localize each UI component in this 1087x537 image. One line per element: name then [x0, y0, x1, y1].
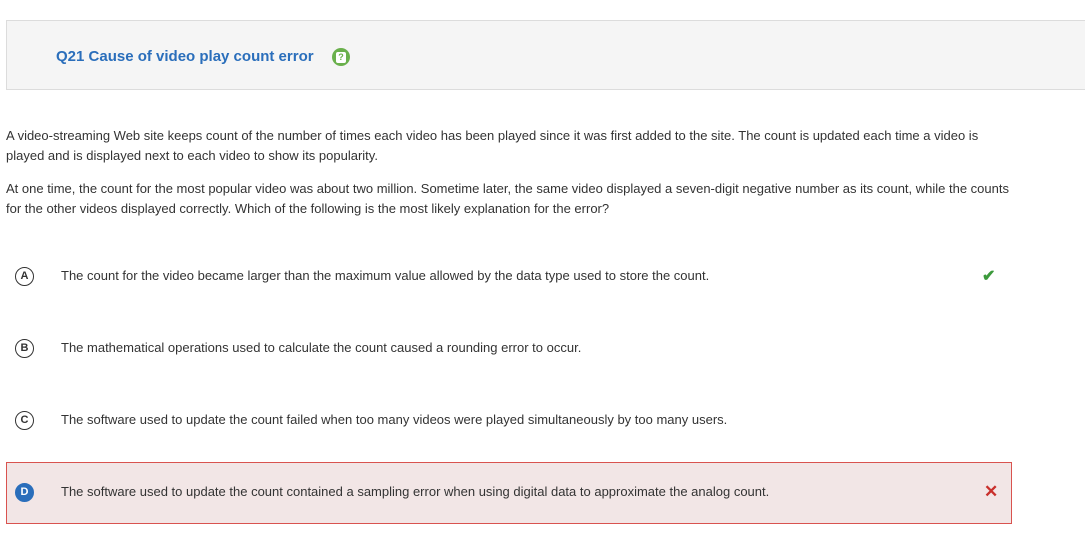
- choice-text: The mathematical operations used to calc…: [61, 340, 582, 355]
- choice-text: The software used to update the count fa…: [61, 412, 728, 427]
- choice-letter-badge[interactable]: B: [15, 339, 34, 358]
- choice-c[interactable]: C The software used to update the count …: [6, 390, 1012, 452]
- stem-paragraph-1: A video-streaming Web site keeps count o…: [6, 128, 979, 163]
- choice-a[interactable]: A The count for the video became larger …: [6, 246, 1012, 308]
- incorrect-x-icon: ✕: [984, 482, 999, 501]
- choice-letter-badge[interactable]: C: [15, 411, 34, 430]
- stem-paragraph-2: At one time, the count for the most popu…: [6, 181, 1009, 216]
- choice-text: The software used to update the count co…: [61, 484, 770, 499]
- choice-letter-badge[interactable]: A: [15, 267, 34, 286]
- question-title: Q21 Cause of video play count error: [56, 48, 314, 65]
- choice-d[interactable]: D The software used to update the count …: [6, 462, 1012, 524]
- choice-text: The count for the video became larger th…: [61, 268, 710, 283]
- help-icon[interactable]: ?: [332, 48, 350, 66]
- choice-b[interactable]: B The mathematical operations used to ca…: [6, 318, 1012, 380]
- correct-check-icon: ✔: [982, 268, 996, 285]
- choice-letter-badge[interactable]: D: [15, 483, 34, 502]
- question-header: Q21 Cause of video play count error ?: [6, 20, 1085, 90]
